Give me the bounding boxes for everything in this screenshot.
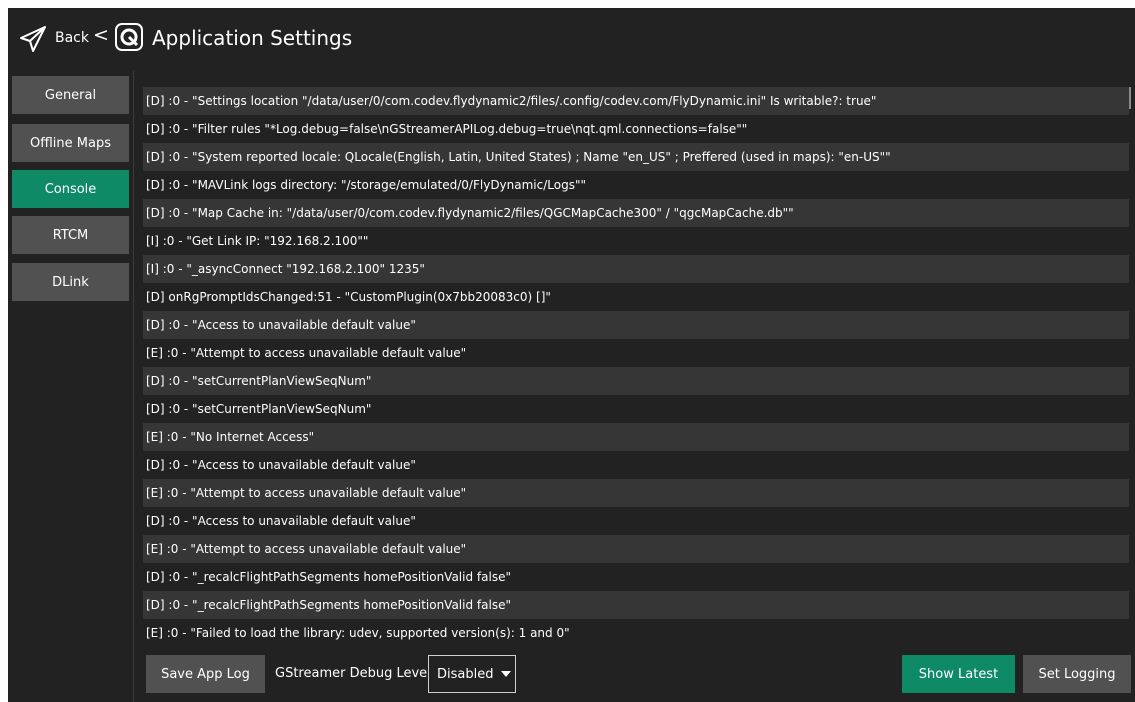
- log-line: [D] onRgPromptIdsChanged:51 - "CustomPlu…: [146, 290, 551, 304]
- paper-plane-icon[interactable]: [18, 24, 48, 54]
- log-line: [D] :0 - "MAVLink logs directory: "/stor…: [146, 178, 587, 192]
- log-line: [D] :0 - "setCurrentPlanViewSeqNum": [146, 402, 372, 416]
- caret-down-icon: [501, 671, 512, 677]
- top-bar: Back < Application Settings: [8, 8, 1135, 71]
- log-line: [D] :0 - "Access to unavailable default …: [143, 311, 1129, 339]
- page-title: Application Settings: [152, 26, 353, 50]
- gstreamer-debug-label: GStreamer Debug Level: [275, 666, 431, 681]
- gstreamer-debug-value: Disabled: [437, 666, 494, 682]
- chevron-left-icon[interactable]: <: [93, 24, 109, 46]
- log-line: [D] :0 - "Map Cache in: "/data/user/0/co…: [143, 199, 1129, 227]
- set-logging-button[interactable]: Set Logging: [1023, 655, 1131, 693]
- log-line: [D] :0 - "_recalcFlightPathSegments home…: [143, 591, 1129, 619]
- log-line: [D] :0 - "System reported locale: QLocal…: [143, 143, 1129, 171]
- log-line: [D] :0 - "Access to unavailable default …: [146, 458, 416, 472]
- console-toolbar: Save App Log GStreamer Debug Level Disab…: [8, 647, 1135, 702]
- log-line: [E] :0 - "Failed to load the library: ud…: [146, 626, 570, 640]
- log-line: [E] :0 - "No Internet Access": [143, 423, 1129, 451]
- log-line: [I] :0 - "Get Link IP: "192.168.2.100"": [146, 234, 369, 248]
- app-logo-icon: [115, 23, 143, 51]
- back-link[interactable]: Back: [55, 30, 89, 46]
- app-window: Back < Application Settings General Offl…: [8, 8, 1135, 702]
- log-line: [D] :0 - "Access to unavailable default …: [146, 514, 416, 528]
- sidebar-item-dlink[interactable]: DLink: [12, 263, 129, 301]
- log-line: [D] :0 - "_recalcFlightPathSegments home…: [146, 570, 511, 584]
- log-line: [E] :0 - "Attempt to access unavailable …: [146, 346, 467, 360]
- save-app-log-button[interactable]: Save App Log: [146, 655, 265, 693]
- sidebar-item-rtcm[interactable]: RTCM: [12, 216, 129, 254]
- console-log[interactable]: [D] :0 - "Settings location "/data/user/…: [143, 87, 1129, 645]
- console-scrollbar[interactable]: [1129, 87, 1131, 109]
- log-line: [I] :0 - "_asyncConnect "192.168.2.100" …: [143, 255, 1129, 283]
- log-line: [E] :0 - "Attempt to access unavailable …: [143, 535, 1129, 563]
- sidebar-item-console[interactable]: Console: [12, 170, 129, 208]
- log-line: [D] :0 - "Settings location "/data/user/…: [143, 87, 1129, 115]
- log-line: [D] :0 - "setCurrentPlanViewSeqNum": [143, 367, 1129, 395]
- show-latest-button[interactable]: Show Latest: [902, 655, 1015, 693]
- gstreamer-debug-select[interactable]: Disabled: [428, 655, 516, 693]
- log-line: [E] :0 - "Attempt to access unavailable …: [143, 479, 1129, 507]
- sidebar-item-offline-maps[interactable]: Offline Maps: [12, 124, 129, 162]
- settings-sidebar: General Offline Maps Console RTCM DLink: [8, 71, 134, 702]
- sidebar-item-general[interactable]: General: [12, 76, 129, 114]
- log-line: [D] :0 - "Filter rules "*Log.debug=false…: [146, 122, 748, 136]
